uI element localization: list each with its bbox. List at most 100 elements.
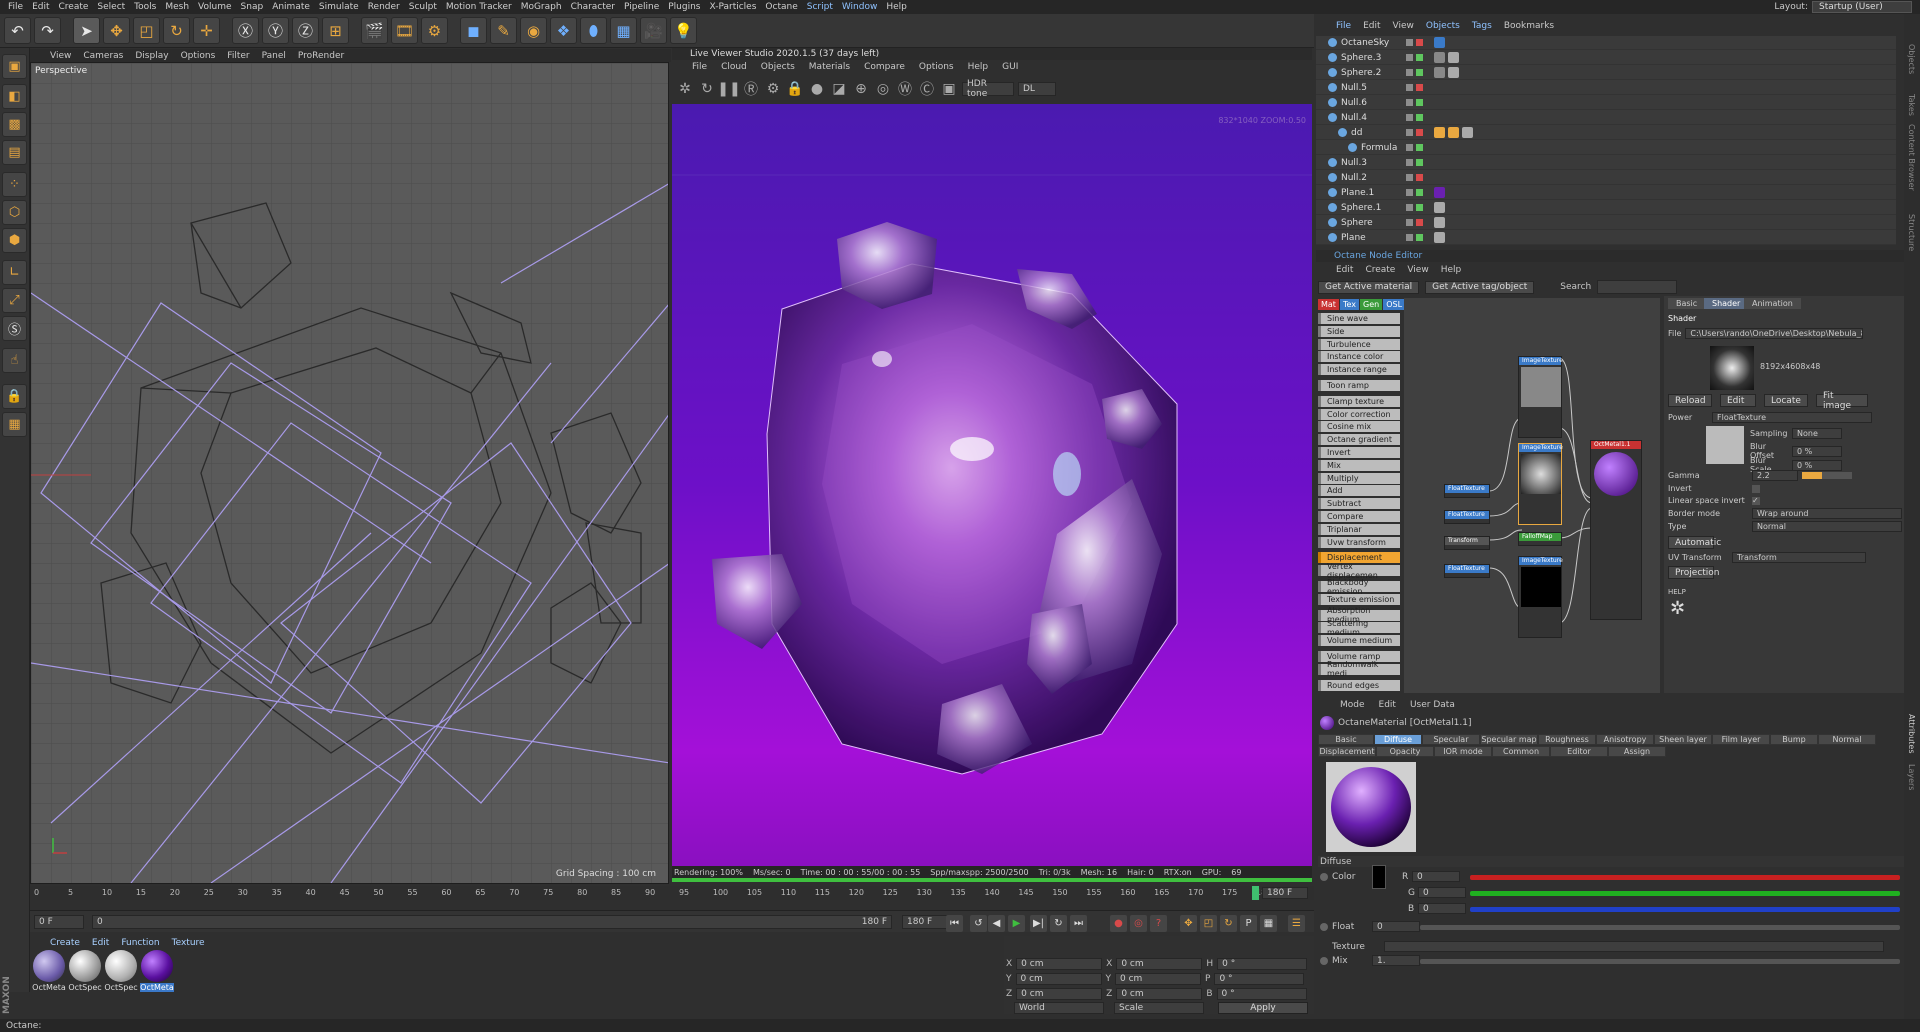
frame-range-slider[interactable]: 0 180 F [92,915,892,929]
material-tab[interactable]: Basic [1318,734,1374,745]
material-tab[interactable]: Roughness [1538,734,1596,745]
material-swatch[interactable]: OctSpec [104,950,138,994]
tab-objects[interactable]: Objects [1907,44,1916,74]
start-frame-field[interactable]: 0 F [34,915,84,929]
node-palette-item[interactable]: Multiply [1318,472,1400,484]
menu-mesh[interactable]: Mesh [165,2,189,12]
y-axis-icon[interactable]: Ⓨ [262,17,289,44]
r-slider[interactable] [1470,875,1900,880]
polygons-mode-icon[interactable]: ⬢ [2,228,27,253]
render-view-icon[interactable]: 🎬 [361,17,388,44]
undo-icon[interactable]: ↶ [4,17,31,44]
send-scene-icon[interactable]: ✲ [676,80,694,98]
object-row[interactable]: OctaneSky [1316,36,1896,50]
camera-picker-icon[interactable]: Ⓒ [918,80,936,98]
menu-render[interactable]: Render [368,2,400,12]
visibility-flags[interactable] [1406,39,1423,46]
visibility-flags[interactable] [1406,204,1423,211]
menu-window[interactable]: Window [842,2,878,12]
spline-pen-icon[interactable]: ✎ [490,17,517,44]
tab-takes[interactable]: Takes [1907,94,1916,116]
material-tab[interactable]: Opacity [1376,746,1434,757]
edit-button[interactable]: Edit [1720,394,1756,407]
border-mode-dropdown[interactable]: Wrap around [1752,508,1902,519]
focus-picker-icon[interactable]: ◎ [874,80,892,98]
node-palette-item[interactable]: Uvw transform [1318,536,1400,548]
snapshot-icon[interactable]: ▣ [940,80,958,98]
node-palette-item[interactable]: Randomwalk medi [1318,660,1400,678]
visibility-flags[interactable] [1406,234,1423,241]
position-y-field[interactable]: 0 cm [1015,973,1102,985]
blur-offset-field[interactable]: 0 % [1792,445,1842,457]
material-tab[interactable]: Displacement [1318,746,1376,757]
timeline-playhead[interactable] [1252,886,1259,900]
visibility-flags[interactable] [1406,54,1423,61]
object-row[interactable]: Sphere.1 [1316,201,1896,215]
node-palette-item[interactable]: Octane gradient [1318,434,1400,446]
go-to-end-icon[interactable]: ⏭ [1070,915,1087,932]
settings-gear-icon[interactable]: ⚙ [764,80,782,98]
material-swatch[interactable]: OctSpec [68,950,102,994]
floor-icon[interactable]: ▦ [610,17,637,44]
tab-layers[interactable]: Layers [1907,764,1916,790]
float-slider[interactable] [1420,925,1900,930]
node-palette-item[interactable]: Invert [1318,447,1400,458]
cube-icon[interactable]: ◼ [460,17,487,44]
current-frame-field[interactable]: 180 F [1262,887,1308,899]
visibility-flags[interactable] [1406,69,1423,76]
material-tab[interactable]: Editor [1550,746,1608,757]
kernel-dropdown[interactable]: DL [1018,82,1056,96]
node-palette-item[interactable]: Scattering medium [1318,619,1400,637]
visibility-flags[interactable] [1406,129,1423,136]
render-picture-viewer-icon[interactable]: 🎞 [391,17,418,44]
visibility-flags[interactable] [1406,174,1423,181]
menu-mograph[interactable]: MoGraph [521,2,562,12]
material-tab[interactable]: Film layer [1712,734,1770,745]
previous-key-icon[interactable]: ↺ [970,915,987,932]
material-tab[interactable]: Specular [1422,734,1480,745]
file-path-field[interactable]: C:\Users\rando\OneDrive\Desktop\Nebula_8… [1685,328,1864,339]
object-tags[interactable] [1434,52,1459,63]
node-palette-item[interactable]: Instance range [1318,364,1400,376]
menu-plugins[interactable]: Plugins [668,2,700,12]
visibility-flags[interactable] [1406,219,1423,226]
automatic-button[interactable]: Automatic [1668,536,1721,549]
menu-help[interactable]: Help [886,2,907,12]
om-menu-bookmarks[interactable]: Bookmarks [1504,21,1554,31]
add-node-icon[interactable]: ⊕ [852,80,870,98]
node-palette-item[interactable]: Subtract [1318,498,1400,510]
fit-image-button[interactable]: Fit image [1816,391,1868,411]
vp-menu-options[interactable]: Options [181,51,216,61]
lv-menu-help[interactable]: Help [968,62,989,72]
cloner-icon[interactable]: ❖ [550,17,577,44]
ne-menu-view[interactable]: View [1407,265,1428,275]
tab-structure[interactable]: Structure [1907,214,1916,251]
am-menu-user-data[interactable]: User Data [1410,700,1455,710]
tab-attributes[interactable]: Attributes [1907,714,1916,754]
visibility-flags[interactable] [1406,99,1423,106]
menu-x-particles[interactable]: X-Particles [710,2,757,12]
invert-checkbox[interactable] [1752,484,1760,493]
mix-field[interactable]: 1. [1372,955,1420,966]
lock-icon[interactable]: 🔒 [786,80,804,98]
vp-menu-panel[interactable]: Panel [262,51,286,61]
menu-create[interactable]: Create [59,2,89,12]
node-palette-item[interactable]: Side [1318,325,1400,337]
menu-tools[interactable]: Tools [134,2,156,12]
camera-icon[interactable]: 🎥 [640,17,667,44]
node-palette-item[interactable]: Cosine mix [1318,421,1400,433]
lock-workplane-icon[interactable]: 🔒 [2,384,27,409]
texture-field[interactable] [1384,941,1884,952]
light-icon[interactable]: 💡 [670,17,697,44]
material-tab[interactable]: Bump [1770,734,1818,745]
grid-icon[interactable]: ▦ [2,412,27,437]
g-slider[interactable] [1470,891,1900,896]
menu-edit[interactable]: Edit [32,2,49,12]
tab-basic[interactable]: Basic [1668,298,1706,309]
object-row[interactable]: dd [1316,126,1896,140]
om-menu-file[interactable]: File [1336,21,1351,31]
material-tab[interactable]: Normal [1818,734,1876,745]
vp-menu-filter[interactable]: Filter [227,51,249,61]
material-swatch[interactable]: OctMeta [32,950,66,994]
ne-menu-create[interactable]: Create [1365,265,1395,275]
